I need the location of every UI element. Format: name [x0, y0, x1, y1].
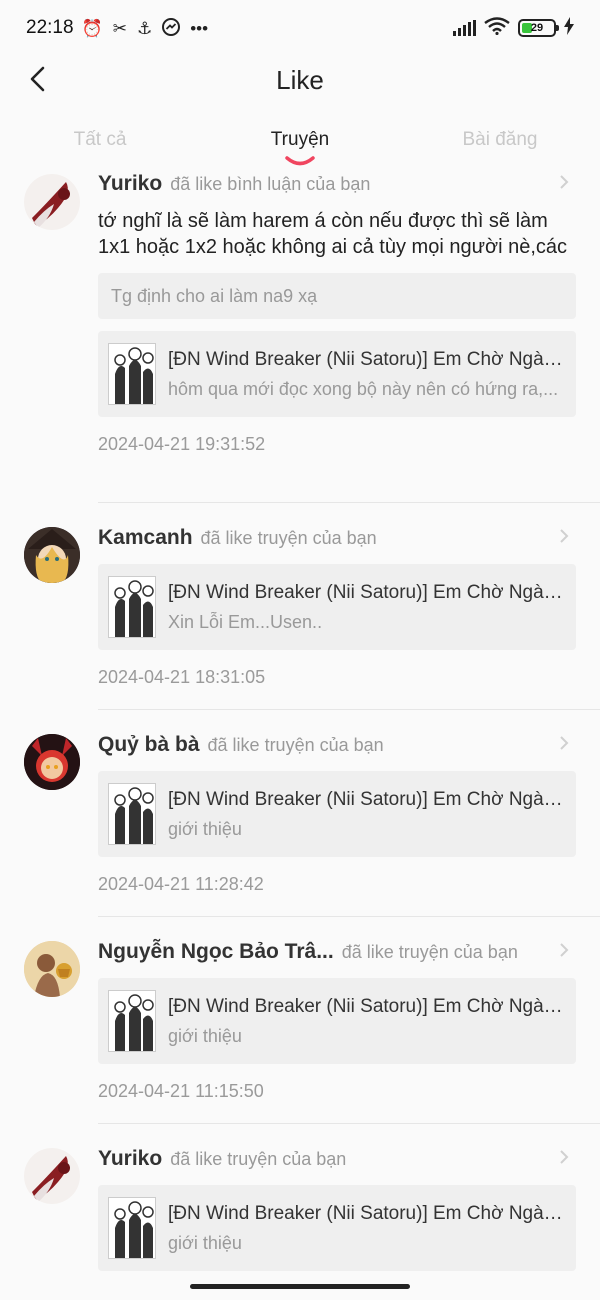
- quoted-text: Tg định cho ai làm na9 xạ: [111, 285, 318, 306]
- story-text: [ĐN Wind Breaker (Nii Satoru)] Em Chờ Ng…: [168, 349, 566, 400]
- story-subtitle: giới thiệu: [168, 1025, 242, 1046]
- list-item[interactable]: Kamcanh đã like truyện của bạn [ĐN Wind …: [0, 502, 600, 709]
- alarm-icon: ⏰: [81, 18, 103, 38]
- story-title: [ĐN Wind Breaker (Nii Satoru)] Em Chờ Ng…: [168, 1202, 566, 1224]
- action-text: đã like truyện của bạn: [200, 528, 377, 548]
- battery-level: 29: [530, 22, 544, 34]
- chevron-right-icon: [560, 736, 569, 750]
- notification-list: Yuriko đã like bình luận của bạn tớ nghĩ…: [0, 172, 600, 1272]
- quoted-comment[interactable]: Tg định cho ai làm na9 xạ: [98, 273, 576, 319]
- tab-posts[interactable]: Bài đăng: [400, 118, 600, 172]
- status-left-icons: ⏰ ✂ ⚓ •••: [81, 17, 209, 39]
- story-card[interactable]: [ĐN Wind Breaker (Nii Satoru)] Em Chờ Ng…: [98, 564, 576, 650]
- story-cover: [108, 990, 156, 1052]
- chevron-right-icon: [560, 175, 569, 189]
- avatar: [24, 174, 80, 230]
- signal-icon: [453, 20, 476, 36]
- user-name[interactable]: Yuriko: [98, 172, 162, 196]
- header: Like: [0, 56, 600, 104]
- story-title: [ĐN Wind Breaker (Nii Satoru)] Em Chờ Ng…: [168, 788, 566, 810]
- story-cover: [108, 783, 156, 845]
- list-item[interactable]: Quỷ bà bà đã like truyện của bạn [ĐN Win…: [0, 709, 600, 916]
- story-cover: [108, 343, 156, 405]
- action-text: đã like truyện của bạn: [207, 735, 384, 755]
- action-text: đã like bình luận của bạn: [170, 174, 371, 194]
- battery-icon: 29: [518, 19, 559, 37]
- story-subtitle: giới thiệu: [168, 1232, 242, 1253]
- item-header: Yuriko đã like bình luận của bạn: [98, 172, 576, 196]
- comment-text: tớ nghĩ là sẽ làm harem á còn nếu được t…: [98, 210, 568, 258]
- user-name[interactable]: Quỷ bà bà: [98, 733, 200, 757]
- page-title: Like: [276, 64, 324, 95]
- back-button[interactable]: [22, 64, 52, 94]
- tab-all[interactable]: Tất cả: [0, 118, 200, 172]
- list-item[interactable]: Yuriko đã like truyện của bạn [ĐN Wind B…: [0, 1123, 600, 1272]
- more-dots-icon: •••: [190, 18, 209, 38]
- charging-icon: [564, 16, 574, 40]
- timestamp: 2024-04-21 18:31:05: [98, 667, 266, 687]
- anchor-icon: ⚓: [136, 18, 153, 38]
- item-header: Yuriko đã like truyện của bạn: [98, 1147, 576, 1171]
- back-arrow-icon: [30, 66, 45, 92]
- status-bar: 22:18 ⏰ ✂ ⚓ ••• 29: [0, 0, 600, 56]
- story-subtitle: Xin Lỗi Em...Usen..: [168, 611, 323, 632]
- list-item[interactable]: Yuriko đã like bình luận của bạn tớ nghĩ…: [0, 172, 600, 502]
- user-name[interactable]: Yuriko: [98, 1147, 162, 1171]
- user-name[interactable]: Nguyễn Ngọc Bảo Trâ...: [98, 940, 334, 964]
- wifi-icon: [484, 16, 510, 40]
- avatar: [24, 734, 80, 790]
- story-title: [ĐN Wind Breaker (Nii Satoru)] Em Chờ Ng…: [168, 995, 566, 1017]
- tab-label: Truyện: [270, 129, 330, 150]
- story-text: [ĐN Wind Breaker (Nii Satoru)] Em Chờ Ng…: [168, 996, 566, 1047]
- tab-stories[interactable]: Truyện: [200, 118, 400, 172]
- home-indicator[interactable]: [190, 1284, 410, 1289]
- action-text: đã like truyện của bạn: [170, 1149, 347, 1169]
- story-subtitle: hôm qua mới đọc xong bộ này nên có hứng …: [168, 378, 559, 399]
- avatar: [24, 941, 80, 997]
- chevron-right-icon: [560, 529, 569, 543]
- messenger-icon: [162, 17, 181, 39]
- tab-bar: Tất cả Truyện Bài đăng: [0, 118, 600, 172]
- tab-label: Bài đăng: [462, 129, 538, 150]
- tab-label: Tất cả: [73, 129, 127, 150]
- story-card[interactable]: [ĐN Wind Breaker (Nii Satoru)] Em Chờ Ng…: [98, 331, 576, 417]
- status-time: 22:18: [26, 17, 74, 38]
- action-text: đã like truyện của bạn: [341, 942, 518, 962]
- story-text: [ĐN Wind Breaker (Nii Satoru)] Em Chờ Ng…: [168, 582, 566, 633]
- chevron-right-icon: [560, 943, 569, 957]
- user-name[interactable]: Kamcanh: [98, 526, 193, 550]
- story-card[interactable]: [ĐN Wind Breaker (Nii Satoru)] Em Chờ Ng…: [98, 1185, 576, 1271]
- timestamp: 2024-04-21 19:31:52: [98, 434, 266, 454]
- list-item[interactable]: Nguyễn Ngọc Bảo Trâ... đã like truyện củ…: [0, 916, 600, 1123]
- status-right-icons: 29: [453, 16, 574, 40]
- avatar: [24, 1148, 80, 1204]
- story-title: [ĐN Wind Breaker (Nii Satoru)] Em Chờ Ng…: [168, 581, 566, 603]
- story-cover: [108, 576, 156, 638]
- capcut-icon: ✂: [112, 18, 127, 38]
- timestamp: 2024-04-21 11:15:50: [98, 1081, 264, 1101]
- active-tab-indicator: [285, 156, 315, 166]
- item-header: Kamcanh đã like truyện của bạn: [98, 526, 576, 550]
- chevron-right-icon: [560, 1150, 569, 1164]
- story-title: [ĐN Wind Breaker (Nii Satoru)] Em Chờ Ng…: [168, 348, 566, 370]
- timestamp: 2024-04-21 11:28:42: [98, 874, 264, 894]
- story-card[interactable]: [ĐN Wind Breaker (Nii Satoru)] Em Chờ Ng…: [98, 771, 576, 857]
- story-cover: [108, 1197, 156, 1259]
- avatar: [24, 527, 80, 583]
- item-header: Nguyễn Ngọc Bảo Trâ... đã like truyện củ…: [98, 940, 576, 964]
- item-header: Quỷ bà bà đã like truyện của bạn: [98, 733, 576, 757]
- story-subtitle: giới thiệu: [168, 818, 242, 839]
- story-text: [ĐN Wind Breaker (Nii Satoru)] Em Chờ Ng…: [168, 1203, 566, 1254]
- story-card[interactable]: [ĐN Wind Breaker (Nii Satoru)] Em Chờ Ng…: [98, 978, 576, 1064]
- story-text: [ĐN Wind Breaker (Nii Satoru)] Em Chờ Ng…: [168, 789, 566, 840]
